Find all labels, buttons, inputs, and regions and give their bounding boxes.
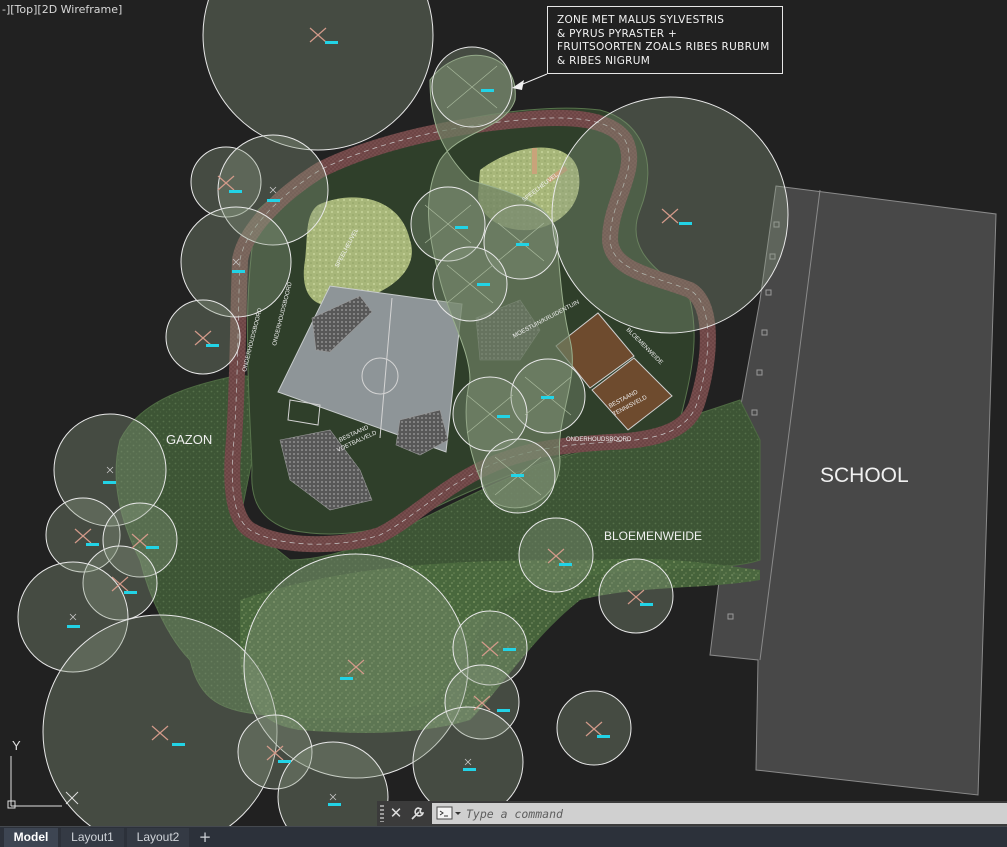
label-gazon: GAZON — [166, 432, 212, 447]
callout-line: FRUITSOORTEN ZOALS RIBES RUBRUM — [557, 41, 770, 53]
grip-handle-icon[interactable] — [380, 805, 384, 822]
command-input[interactable] — [466, 803, 996, 824]
command-line: ✕ — [377, 801, 1007, 826]
label-onderhoudsboord-3: ONDERHOUDSBOORD — [566, 437, 632, 443]
customize-wrench-icon[interactable] — [409, 804, 427, 822]
drawing-viewport[interactable]: GAZON SCHOOL BLOEMENWEIDE SPEELHEUVEL SP… — [0, 0, 1007, 826]
command-input-wrap — [432, 803, 1007, 824]
command-prompt-icon[interactable] — [436, 806, 462, 821]
layout-tabs: Model Layout1 Layout2 + — [0, 826, 1007, 847]
callout-line: & RIBES NIGRUM — [557, 54, 651, 67]
tab-layout1[interactable]: Layout1 — [61, 828, 124, 847]
annotation-callout: ZONE MET MALUS SYLVESTRIS & PYRUS PYRAST… — [547, 6, 783, 74]
tab-layout2[interactable]: Layout2 — [127, 828, 189, 847]
viewport-controls[interactable]: -][Top][2D Wireframe] — [2, 3, 122, 16]
tab-model[interactable]: Model — [4, 828, 58, 847]
ucs-y-label: Y — [12, 738, 21, 753]
close-icon[interactable]: ✕ — [388, 804, 404, 822]
label-bloemenweide: BLOEMENWEIDE — [604, 529, 702, 543]
callout-line: ZONE MET MALUS SYLVESTRIS — [557, 14, 725, 26]
callout-line: & PYRUS PYRASTER + — [557, 27, 678, 40]
add-layout-icon[interactable]: + — [195, 828, 215, 847]
label-school: SCHOOL — [820, 464, 909, 487]
